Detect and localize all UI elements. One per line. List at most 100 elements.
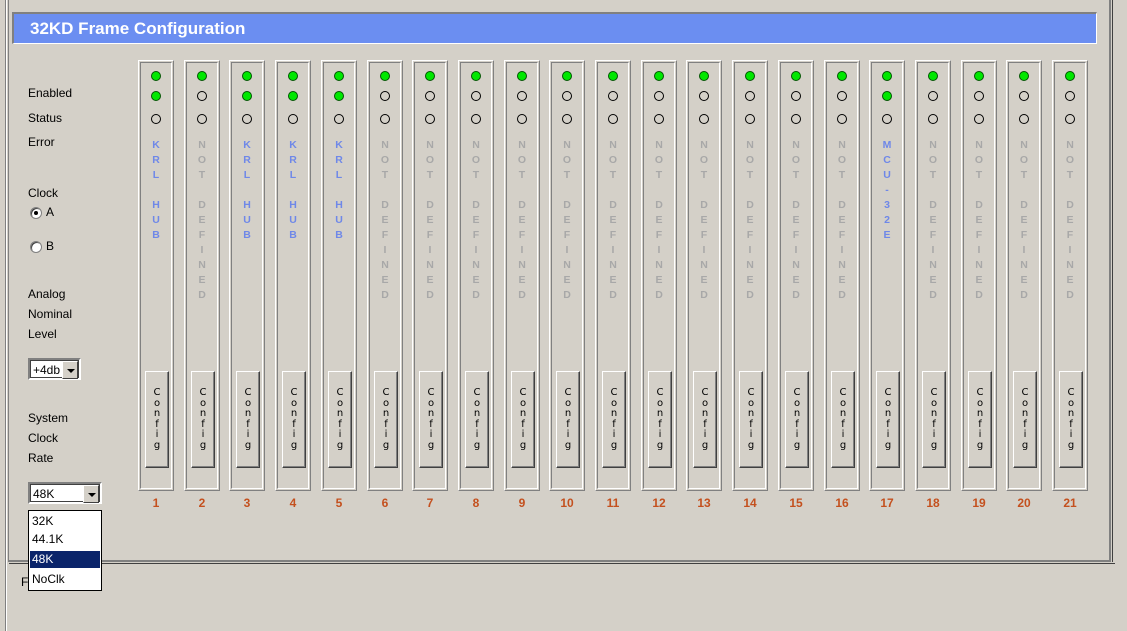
config-button[interactable]: Config	[922, 371, 946, 468]
status-led-icon	[654, 91, 664, 101]
config-button[interactable]: Config	[693, 371, 717, 468]
status-led-icon	[974, 91, 984, 101]
error-led-icon	[380, 114, 390, 124]
slot-card: NOT DEFINED Config	[961, 60, 997, 491]
error-led-icon	[471, 114, 481, 124]
dropdown-option-noclk[interactable]: NoClk	[30, 571, 100, 588]
slot-card: NOT DEFINED Config	[549, 60, 585, 491]
slot-card: NOT DEFINED Config	[732, 60, 768, 491]
slot-number: 4	[289, 496, 297, 510]
config-button-label: Config	[382, 387, 390, 451]
error-led-icon	[928, 114, 938, 124]
config-button-label: Config	[336, 387, 344, 451]
enabled-label: Enabled	[28, 86, 73, 100]
enabled-led-icon	[471, 71, 481, 81]
slot-number: 15	[789, 496, 803, 510]
slot-module-label: NOT DEFINED	[791, 139, 801, 301]
config-button[interactable]: Config	[556, 371, 580, 468]
config-button[interactable]: Config	[831, 371, 855, 468]
config-button[interactable]: Config	[374, 371, 398, 468]
config-button[interactable]: Config	[328, 371, 352, 468]
page-title: 32KD Frame Configuration	[30, 19, 246, 38]
error-label: Error	[28, 135, 55, 149]
enabled-led-icon	[745, 71, 755, 81]
analog-level-select[interactable]: +4db	[28, 358, 81, 380]
clock-b-radio[interactable]	[30, 241, 42, 253]
status-led-icon	[1019, 91, 1029, 101]
chevron-down-icon[interactable]	[62, 361, 78, 379]
error-led-icon	[654, 114, 664, 124]
slot-number: 2	[198, 496, 206, 510]
clock-a-radio[interactable]	[30, 207, 42, 219]
config-button-label: Config	[564, 387, 572, 451]
config-button-label: Config	[199, 387, 207, 451]
enabled-led-icon	[1019, 71, 1029, 81]
dropdown-option-44-1k[interactable]: 44.1K	[30, 531, 100, 548]
enabled-led-icon	[197, 71, 207, 81]
error-led-icon	[517, 114, 527, 124]
config-button[interactable]: Config	[282, 371, 306, 468]
slot-module-label: NOT DEFINED	[608, 139, 618, 301]
slot-module-label: NOT DEFINED	[745, 139, 755, 301]
error-led-icon	[425, 114, 435, 124]
config-button[interactable]: Config	[602, 371, 626, 468]
clock-rate-dropdown-list: 32K 44.1K 48K NoClk	[28, 510, 102, 591]
enabled-led-icon	[882, 71, 892, 81]
slot-card: KRL HUB Config	[275, 60, 311, 491]
config-button[interactable]: Config	[191, 371, 215, 468]
config-button[interactable]: Config	[968, 371, 992, 468]
chevron-down-icon[interactable]	[83, 485, 99, 503]
error-led-icon	[882, 114, 892, 124]
slot-card: NOT DEFINED Config	[778, 60, 814, 491]
slot-module-label: KRL HUB	[335, 139, 343, 241]
config-button[interactable]: Config	[419, 371, 443, 468]
config-button[interactable]: Config	[236, 371, 260, 468]
slot-number: 20	[1017, 496, 1031, 510]
error-led-icon	[837, 114, 847, 124]
config-button-label: Config	[839, 387, 847, 451]
slot-card: KRL HUB Config	[229, 60, 265, 491]
analog-label-line3: Level	[28, 327, 57, 341]
config-button-label: Config	[701, 387, 709, 451]
enabled-led-icon	[837, 71, 847, 81]
slot-module-label: NOT DEFINED	[974, 139, 984, 301]
clock-a-label: A	[46, 205, 55, 219]
slot-card: NOT DEFINED Config	[595, 60, 631, 491]
error-led-icon	[974, 114, 984, 124]
analog-label-line1: Analog	[28, 287, 66, 301]
config-button-label: Config	[290, 387, 298, 451]
clock-rate-label-line3: Rate	[28, 451, 54, 465]
error-led-icon	[745, 114, 755, 124]
analog-label-line2: Nominal	[28, 307, 73, 321]
config-button[interactable]: Config	[145, 371, 169, 468]
enabled-led-icon	[791, 71, 801, 81]
status-led-icon	[1065, 91, 1075, 101]
slot-number: 8	[472, 496, 480, 510]
clock-rate-select[interactable]: 48K	[28, 482, 102, 504]
config-button-label: Config	[1067, 387, 1075, 451]
config-button[interactable]: Config	[511, 371, 535, 468]
dropdown-option-48k[interactable]: 48K	[30, 551, 100, 568]
slot-module-label: NOT DEFINED	[837, 139, 847, 301]
error-led-icon	[288, 114, 298, 124]
slot-number: 16	[835, 496, 849, 510]
slot-card: NOT DEFINED Config	[412, 60, 448, 491]
config-button[interactable]: Config	[1059, 371, 1083, 468]
status-led-icon	[425, 91, 435, 101]
window-border-highlight	[6, 0, 7, 631]
status-led-icon	[699, 91, 709, 101]
slot-module-label: NOT DEFINED	[1019, 139, 1029, 301]
config-button[interactable]: Config	[1013, 371, 1037, 468]
config-button[interactable]: Config	[785, 371, 809, 468]
config-button-label: Config	[747, 387, 755, 451]
config-button[interactable]: Config	[648, 371, 672, 468]
dropdown-option-32k[interactable]: 32K	[30, 513, 100, 530]
status-led-icon	[242, 91, 252, 101]
config-button-label: Config	[427, 387, 435, 451]
config-button[interactable]: Config	[465, 371, 489, 468]
status-led-icon	[608, 91, 618, 101]
slot-number: 18	[926, 496, 940, 510]
config-button[interactable]: Config	[739, 371, 763, 468]
config-button[interactable]: Config	[876, 371, 900, 468]
config-button-label: Config	[656, 387, 664, 451]
